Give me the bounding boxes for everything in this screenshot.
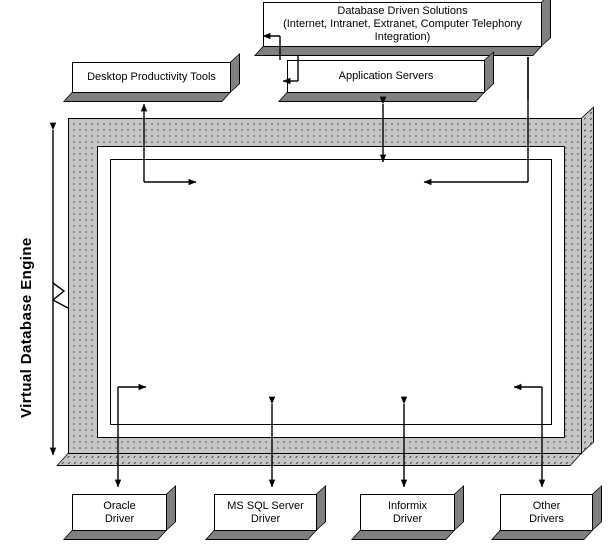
box-driver-oracle: Oracle Driver — [62, 494, 176, 540]
box-bevel-bottom — [204, 530, 317, 540]
box-bevel-bottom — [62, 530, 168, 540]
app-servers-label: Application Servers — [338, 70, 434, 82]
box-face: Application Servers — [287, 60, 485, 93]
engine-bracket — [49, 122, 69, 456]
driver-line-1: Informix — [387, 499, 428, 512]
driver-line-2: Driver — [250, 512, 281, 525]
solutions-line-3: Integration) — [374, 31, 431, 43]
box-desktop-productivity-tools: Desktop Productivity Tools — [62, 62, 240, 102]
box-database-driven-solutions: Database Driven Solutions (Internet, Int… — [253, 0, 551, 56]
diagram-canvas: Database Driven Solutions (Internet, Int… — [0, 0, 614, 548]
box-driver-ms-sql-server: MS SQL Server Driver — [204, 494, 326, 540]
driver-line-2: Driver — [104, 512, 135, 525]
box-bevel-bottom — [62, 92, 232, 102]
driver-line-2: Drivers — [529, 512, 564, 525]
box-bevel-right — [166, 485, 176, 531]
box-bevel-right — [316, 485, 326, 531]
box-bevel-bottom — [350, 530, 455, 540]
box-application-servers: Application Servers — [277, 60, 494, 102]
box-bevel-right — [484, 51, 494, 93]
driver-line-1: Oracle — [103, 499, 136, 512]
driver-line-2: Driver — [392, 512, 423, 525]
box-face: Database Driven Solutions (Internet, Int… — [263, 2, 542, 47]
box-face: Informix Driver — [360, 494, 455, 531]
box-face: Desktop Productivity Tools — [72, 62, 231, 93]
box-bevel-bottom — [490, 530, 593, 540]
solutions-line-2: (Internet, Intranet, Extranet, Computer … — [283, 18, 522, 30]
box-bevel-right — [454, 485, 464, 531]
panel-bevel-right — [581, 106, 594, 455]
box-driver-other: Other Drivers — [490, 494, 602, 540]
engine-inner-area-secondary — [110, 159, 552, 425]
desktop-tools-label: Desktop Productivity Tools — [87, 71, 216, 83]
virtual-database-engine-label: Virtual Database Engine — [18, 237, 35, 418]
box-bevel-right — [592, 485, 602, 531]
box-face: Oracle Driver — [72, 494, 167, 531]
driver-line-1: MS SQL Server — [227, 499, 304, 512]
box-bevel-bottom — [277, 92, 485, 102]
solutions-line-1: Database Driven Solutions — [337, 5, 468, 17]
box-bevel-right — [541, 0, 551, 47]
box-driver-informix: Informix Driver — [350, 494, 464, 540]
box-face: Other Drivers — [500, 494, 593, 531]
driver-line-1: Other — [532, 499, 561, 512]
box-face: MS SQL Server Driver — [214, 494, 317, 531]
box-bevel-right — [230, 53, 240, 93]
panel-bevel-bottom — [56, 453, 583, 466]
box-bevel-bottom — [253, 46, 542, 56]
